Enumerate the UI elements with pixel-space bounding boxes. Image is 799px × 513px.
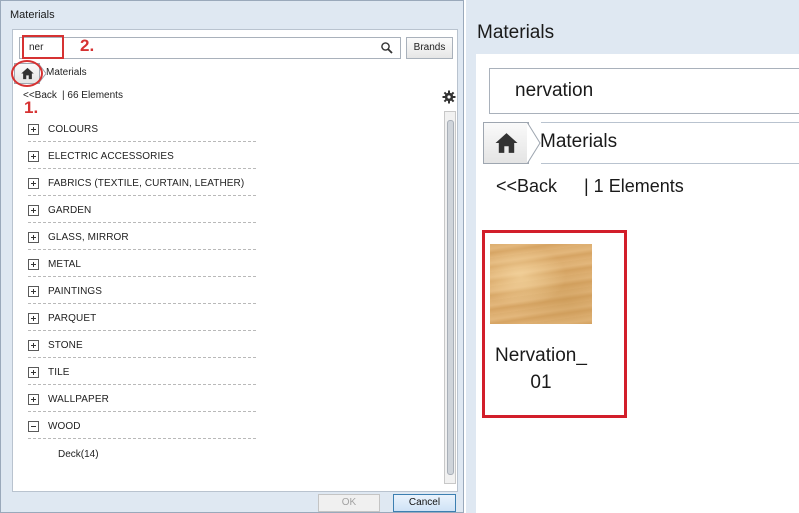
tree-item-label: COLOURS <box>48 124 99 135</box>
search-icon[interactable] <box>380 41 394 55</box>
dialog-title: Materials <box>10 9 55 21</box>
tree-item-wallpaper[interactable]: WALLPAPER <box>28 387 256 414</box>
zoomed-search-input[interactable]: nervation <box>489 68 799 114</box>
vertical-scrollbar[interactable] <box>444 111 456 484</box>
tree-item-label: PAINTINGS <box>48 286 103 297</box>
search-input[interactable]: ner <box>19 37 401 59</box>
tree-item-wood[interactable]: WOOD <box>28 414 256 441</box>
zoomed-title: Materials <box>477 22 555 43</box>
tree-item-label: STONE <box>48 340 83 351</box>
ok-button[interactable]: OK <box>318 494 380 512</box>
annotation-step-2: 2. <box>80 36 95 55</box>
element-count: | 66 Elements <box>62 90 123 101</box>
scrollbar-thumb[interactable] <box>447 120 454 475</box>
category-tree: COLOURS ELECTRIC ACCESSORIES FABRICS (TE… <box>28 117 256 441</box>
home-icon <box>495 133 518 153</box>
material-name[interactable]: Nervation_ 01 <box>486 342 596 396</box>
tree-subitem-deck[interactable]: Deck(14) <box>58 449 99 460</box>
annotation-step-1: 1. <box>24 98 39 117</box>
zoomed-home-button[interactable] <box>483 122 529 164</box>
plus-box-icon[interactable] <box>28 205 39 216</box>
tree-item-tile[interactable]: TILE <box>28 360 256 387</box>
tree-item-label: METAL <box>48 259 82 270</box>
zoomed-search-value: nervation <box>515 80 594 101</box>
plus-box-icon[interactable] <box>28 394 39 405</box>
plus-box-icon[interactable] <box>28 340 39 351</box>
tree-item-label: GARDEN <box>48 205 92 216</box>
plus-box-icon[interactable] <box>28 367 39 378</box>
plus-box-icon[interactable] <box>28 178 39 189</box>
material-thumbnail[interactable] <box>490 244 592 324</box>
tree-item-label: FABRICS (TEXTILE, CURTAIN, LEATHER) <box>48 178 245 189</box>
tree-item-label: WALLPAPER <box>48 394 109 405</box>
zoomed-element-count: | 1 Elements <box>584 176 684 196</box>
plus-box-icon[interactable] <box>28 259 39 270</box>
zoomed-back-link[interactable]: <<Back <box>496 176 557 197</box>
tree-item-garden[interactable]: GARDEN <box>28 198 256 225</box>
minus-box-icon[interactable] <box>28 421 39 432</box>
back-link[interactable]: <<Back <box>23 90 57 101</box>
plus-box-icon[interactable] <box>28 232 39 243</box>
gear-icon[interactable] <box>442 90 456 104</box>
tree-item-glass-mirror[interactable]: GLASS, MIRROR <box>28 225 256 252</box>
tree-item-colours[interactable]: COLOURS <box>28 117 256 144</box>
tree-item-label: ELECTRIC ACCESSORIES <box>48 151 174 162</box>
annotation-search-highlight <box>22 35 64 59</box>
tree-item-label: PARQUET <box>48 313 97 324</box>
breadcrumb-materials[interactable]: Materials <box>46 67 87 78</box>
tree-item-stone[interactable]: STONE <box>28 333 256 360</box>
plus-box-icon[interactable] <box>28 313 39 324</box>
plus-box-icon[interactable] <box>28 151 39 162</box>
tree-item-electric-accessories[interactable]: ELECTRIC ACCESSORIES <box>28 144 256 171</box>
brands-button[interactable]: Brands <box>406 37 453 59</box>
cancel-button[interactable]: Cancel <box>393 494 456 512</box>
tree-item-paintings[interactable]: PAINTINGS <box>28 279 256 306</box>
plus-box-icon[interactable] <box>28 286 39 297</box>
tree-item-fabrics[interactable]: FABRICS (TEXTILE, CURTAIN, LEATHER) <box>28 171 256 198</box>
tree-item-label: WOOD <box>48 421 81 432</box>
tree-item-label: GLASS, MIRROR <box>48 232 129 243</box>
annotation-home-highlight <box>11 60 43 87</box>
plus-box-icon[interactable] <box>28 124 39 135</box>
tree-item-label: TILE <box>48 367 70 378</box>
tree-item-parquet[interactable]: PARQUET <box>28 306 256 333</box>
zoomed-breadcrumb-materials[interactable]: Materials <box>540 131 617 153</box>
tree-item-metal[interactable]: METAL <box>28 252 256 279</box>
breadcrumb-chevron <box>527 122 541 164</box>
